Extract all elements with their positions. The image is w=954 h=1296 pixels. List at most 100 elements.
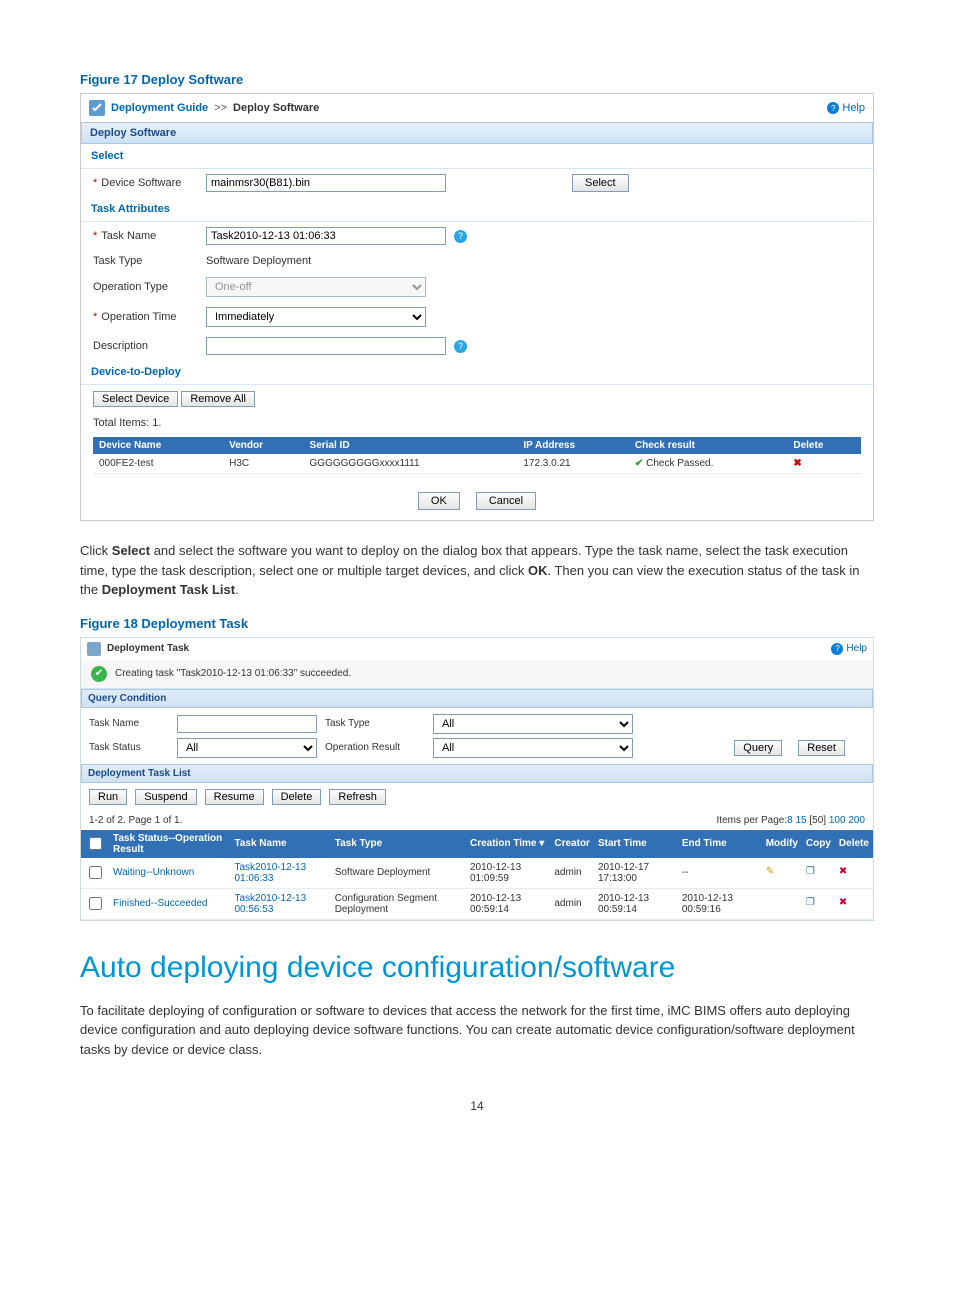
- cell-copy[interactable]: ❐: [802, 888, 835, 919]
- delete-icon[interactable]: ✖: [793, 458, 801, 469]
- section-heading: Auto deploying device configuration/soft…: [80, 951, 874, 985]
- cell-delete[interactable]: ✖: [787, 454, 861, 474]
- figure18-caption: Figure 18 Deployment Task: [80, 616, 874, 631]
- col-serial-id: Serial ID: [304, 437, 518, 454]
- deployment-task-list-title: Deployment Task List: [81, 764, 873, 783]
- pp-200[interactable]: 200: [848, 815, 865, 826]
- col-delete: Delete: [787, 437, 861, 454]
- row-checkbox[interactable]: [89, 866, 102, 879]
- pp-8[interactable]: 8: [787, 815, 793, 826]
- col-creation-time[interactable]: Creation Time ▾: [466, 830, 550, 858]
- help-label: Help: [846, 643, 867, 654]
- cell-vendor: H3C: [223, 454, 303, 474]
- cell-task-type: Configuration Segment Deployment: [331, 888, 466, 919]
- task-attributes-section-title: Task Attributes: [81, 197, 873, 222]
- select-all-checkbox[interactable]: [89, 837, 102, 850]
- delete-button[interactable]: Delete: [272, 789, 322, 805]
- cell-check-result: ✔ Check Passed.: [629, 454, 787, 474]
- help-label: Help: [842, 102, 865, 114]
- col-device-name: Device Name: [93, 437, 223, 454]
- pp-15[interactable]: 15: [795, 815, 806, 826]
- qc-op-result-select[interactable]: All: [433, 738, 633, 758]
- refresh-button[interactable]: Refresh: [329, 789, 386, 805]
- cell-delete[interactable]: ✖: [835, 888, 873, 919]
- select-device-button[interactable]: Select Device: [93, 391, 178, 407]
- qc-task-type-label: Task Type: [325, 718, 425, 729]
- col-delete: Delete: [835, 830, 873, 858]
- device-software-label: *Device Software: [93, 177, 198, 189]
- help-link[interactable]: ? Help: [831, 643, 867, 655]
- cell-delete[interactable]: ✖: [835, 858, 873, 889]
- device-software-input[interactable]: [206, 174, 446, 192]
- device-to-deploy-section-title: Device-to-Deploy: [81, 360, 873, 385]
- cell-task-name[interactable]: Task2010-12-13 01:06:33: [234, 862, 306, 884]
- deploy-software-screenshot: Deployment Guide >> Deploy Software ? He…: [80, 93, 874, 521]
- pager-items-per-page: Items per Page:8 15 [50] 100 200: [717, 815, 865, 826]
- help-icon: ?: [827, 102, 839, 114]
- cell-status[interactable]: Waiting--Unknown: [113, 867, 194, 878]
- help-link[interactable]: ? Help: [827, 102, 865, 114]
- cell-serial: GGGGGGGGGxxxx1111: [304, 454, 518, 474]
- breadcrumb-deployment-guide[interactable]: Deployment Guide: [111, 102, 208, 114]
- task-name-label: *Task Name: [93, 230, 198, 242]
- reset-button[interactable]: Reset: [798, 740, 845, 756]
- task-name-input[interactable]: [206, 227, 446, 245]
- operation-time-select[interactable]: Immediately: [206, 307, 426, 327]
- cell-task-name[interactable]: Task2010-12-13 00:56:53: [234, 893, 306, 915]
- cell-end: --: [678, 858, 762, 889]
- deploy-software-panel-title: Deploy Software: [81, 122, 873, 144]
- col-creator: Creator: [550, 830, 594, 858]
- pp-100[interactable]: 100: [829, 815, 846, 826]
- operation-type-select: One-off: [206, 277, 426, 297]
- deployment-task-icon: [87, 642, 101, 656]
- qc-task-status-label: Task Status: [89, 742, 169, 753]
- cancel-button[interactable]: Cancel: [476, 492, 536, 510]
- paragraph-2: To facilitate deploying of configuration…: [80, 1001, 874, 1060]
- device-table: Device Name Vendor Serial ID IP Address …: [93, 437, 861, 474]
- cell-modify: [762, 888, 802, 919]
- description-input[interactable]: [206, 337, 446, 355]
- breadcrumb-bar: Deployment Guide >> Deploy Software ? He…: [81, 94, 873, 122]
- remove-all-button[interactable]: Remove All: [181, 391, 255, 407]
- col-copy: Copy: [802, 830, 835, 858]
- select-section-title: Select: [81, 144, 873, 169]
- table-row: Waiting--Unknown Task2010-12-13 01:06:33…: [81, 858, 873, 889]
- qc-task-name-label: Task Name: [89, 718, 169, 729]
- info-icon[interactable]: ?: [454, 340, 467, 353]
- row-checkbox[interactable]: [89, 897, 102, 910]
- query-button[interactable]: Query: [734, 740, 782, 756]
- run-button[interactable]: Run: [89, 789, 127, 805]
- qc-task-type-select[interactable]: All: [433, 714, 633, 734]
- total-items-label: Total Items: 1.: [93, 413, 861, 433]
- delete-icon[interactable]: ✖: [839, 866, 853, 880]
- description-label: Description: [93, 340, 198, 352]
- qc-task-status-select[interactable]: All: [177, 738, 317, 758]
- qc-task-name-input[interactable]: [177, 715, 317, 733]
- task-type-label: Task Type: [93, 255, 198, 267]
- ok-button[interactable]: OK: [418, 492, 460, 510]
- select-button[interactable]: Select: [572, 174, 629, 192]
- modify-icon[interactable]: ✎: [766, 866, 780, 880]
- suspend-button[interactable]: Suspend: [135, 789, 196, 805]
- info-icon[interactable]: ?: [454, 230, 467, 243]
- copy-icon[interactable]: ❐: [806, 866, 820, 880]
- cell-status[interactable]: Finished--Succeeded: [113, 898, 208, 909]
- resume-button[interactable]: Resume: [205, 789, 264, 805]
- cell-copy[interactable]: ❐: [802, 858, 835, 889]
- help-icon: ?: [831, 643, 843, 655]
- col-checkbox[interactable]: [81, 830, 109, 858]
- col-ip-address: IP Address: [517, 437, 629, 454]
- col-status: Task Status--Operation Result: [109, 830, 230, 858]
- check-icon: ✔: [635, 458, 643, 469]
- col-start-time: Start Time: [594, 830, 678, 858]
- cell-creator: admin: [550, 858, 594, 889]
- task-list-table: Task Status--Operation Result Task Name …: [81, 830, 873, 920]
- table-row: Finished--Succeeded Task2010-12-13 00:56…: [81, 888, 873, 919]
- cell-device-name: 000FE2-test: [93, 454, 223, 474]
- success-bar: ✔ Creating task "Task2010-12-13 01:06:33…: [81, 660, 873, 689]
- success-message: Creating task "Task2010-12-13 01:06:33" …: [115, 668, 351, 679]
- cell-modify[interactable]: ✎: [762, 858, 802, 889]
- delete-icon[interactable]: ✖: [839, 897, 853, 911]
- pp-50: [50]: [809, 815, 826, 826]
- copy-icon[interactable]: ❐: [806, 897, 820, 911]
